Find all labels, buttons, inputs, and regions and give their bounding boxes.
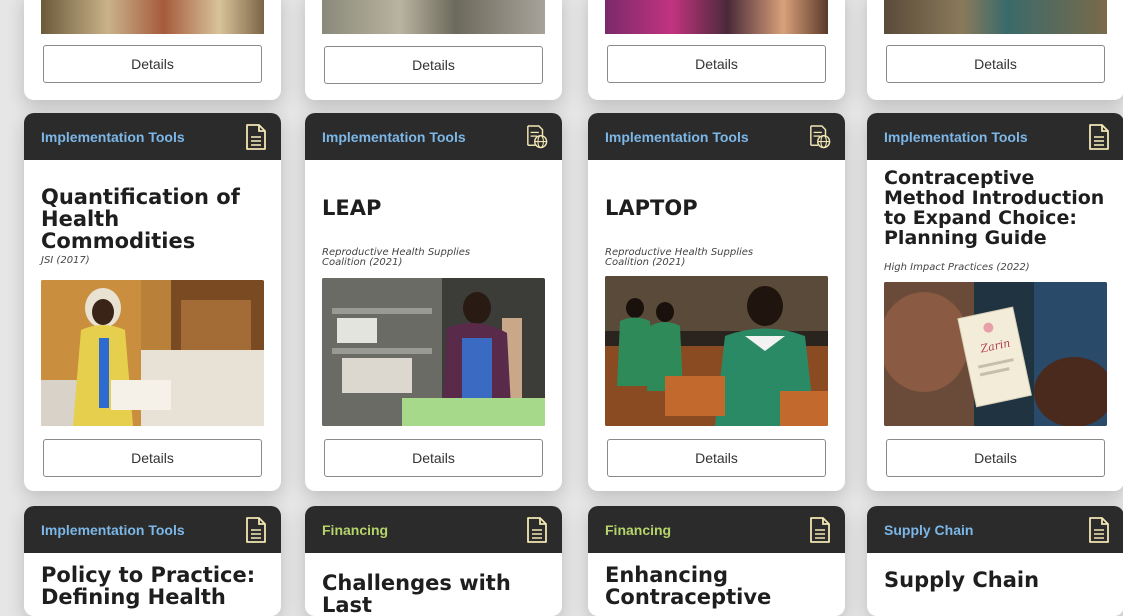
card-title-line: Method Introduction xyxy=(884,187,1105,209)
card-title-line: to Expand Choice: xyxy=(884,207,1077,229)
card-author: High Impact Practices (2022) xyxy=(884,262,1030,273)
resource-card[interactable]: Implementation Tools LEAP Reproductive H… xyxy=(305,113,562,491)
document-icon xyxy=(810,516,830,543)
card-photo xyxy=(41,280,264,426)
category-label: Implementation Tools xyxy=(41,128,185,145)
card-photo xyxy=(605,0,828,34)
card-photo xyxy=(605,276,828,426)
details-button[interactable]: Details xyxy=(607,45,826,83)
category-header: Implementation Tools xyxy=(588,113,845,160)
card-photo: Zarin xyxy=(884,282,1107,426)
resource-card[interactable]: Implementation Tools LAPTOP Reproductive… xyxy=(588,113,845,491)
category-label: Implementation Tools xyxy=(884,128,1028,145)
resource-card[interactable]: Supply Chain Supply Chain xyxy=(867,506,1123,616)
document-icon xyxy=(246,516,266,543)
card-title[interactable]: Supply Chain xyxy=(867,569,1056,591)
card-photo xyxy=(322,0,545,34)
category-label: Implementation Tools xyxy=(41,521,185,538)
category-header: Financing xyxy=(588,506,845,553)
document-icon xyxy=(527,516,547,543)
category-label: Implementation Tools xyxy=(605,128,749,145)
card-title[interactable]: Challenges with Last xyxy=(305,572,562,616)
web-tool-icon xyxy=(810,124,831,148)
details-button[interactable]: Details xyxy=(43,45,262,83)
card-author: Reproductive Health Supplies Coalition (… xyxy=(305,248,487,268)
card-title-line: Planning Guide xyxy=(884,227,1047,249)
details-button[interactable]: Details xyxy=(607,439,826,477)
card-title[interactable]: Quantification of Health Commodities xyxy=(24,186,281,252)
card-photo xyxy=(322,278,545,426)
category-label: Financing xyxy=(322,521,389,538)
resource-card[interactable]: Implementation Tools Policy to Practice:… xyxy=(24,506,281,616)
details-button[interactable]: Details xyxy=(43,439,262,477)
document-icon xyxy=(1089,516,1109,543)
card-author: Reproductive Health Supplies Coalition (… xyxy=(588,248,770,268)
card-photo xyxy=(41,0,264,34)
card-title-line: Enhancing xyxy=(605,563,728,587)
category-header: Implementation Tools xyxy=(867,113,1123,160)
category-label: Financing xyxy=(605,521,672,538)
details-button[interactable]: Details xyxy=(324,46,543,84)
resource-card[interactable]: Financing Enhancing Contraceptive xyxy=(588,506,845,616)
category-header: Implementation Tools xyxy=(24,113,281,160)
category-header: Implementation Tools xyxy=(305,113,562,160)
details-button[interactable]: Details xyxy=(886,439,1105,477)
card-title[interactable]: Policy to Practice: Defining Health xyxy=(24,564,272,608)
category-header: Supply Chain xyxy=(867,506,1123,553)
card-author: JSI (2017) xyxy=(41,255,90,266)
card-author-line: Coalition (2021) xyxy=(605,257,686,268)
resource-card: Details xyxy=(24,0,281,100)
card-title-line: Policy to Practice: xyxy=(41,563,256,587)
resource-card: Details xyxy=(305,0,562,100)
category-label: Supply Chain xyxy=(884,521,974,538)
resource-card: Details xyxy=(867,0,1123,100)
category-header: Financing xyxy=(305,506,562,553)
details-button[interactable]: Details xyxy=(886,45,1105,83)
resource-card: Details xyxy=(588,0,845,100)
resource-card[interactable]: Implementation Tools Contraceptive Metho… xyxy=(867,113,1123,491)
document-icon xyxy=(1089,123,1109,150)
card-title[interactable]: LEAP xyxy=(305,197,398,219)
card-title-line: Contraceptive xyxy=(884,167,1035,189)
document-icon xyxy=(246,123,266,150)
card-title-line: Contraceptive xyxy=(605,585,772,609)
category-header: Implementation Tools xyxy=(24,506,281,553)
card-title[interactable]: Enhancing Contraceptive xyxy=(588,564,788,608)
card-title-line: Health Commodities xyxy=(41,207,196,253)
web-tool-icon xyxy=(527,124,548,148)
category-label: Implementation Tools xyxy=(322,128,466,145)
resource-card[interactable]: Financing Challenges with Last xyxy=(305,506,562,616)
details-button[interactable]: Details xyxy=(324,439,543,477)
card-title-line: Quantification of xyxy=(41,185,240,209)
card-title[interactable]: Contraceptive Method Introduction to Exp… xyxy=(867,168,1121,248)
card-title-line: Defining Health xyxy=(41,585,226,609)
card-author-line: Coalition (2021) xyxy=(322,257,403,268)
card-photo xyxy=(884,0,1107,34)
resource-card[interactable]: Implementation Tools Quantification of H… xyxy=(24,113,281,491)
card-title[interactable]: LAPTOP xyxy=(588,197,715,219)
